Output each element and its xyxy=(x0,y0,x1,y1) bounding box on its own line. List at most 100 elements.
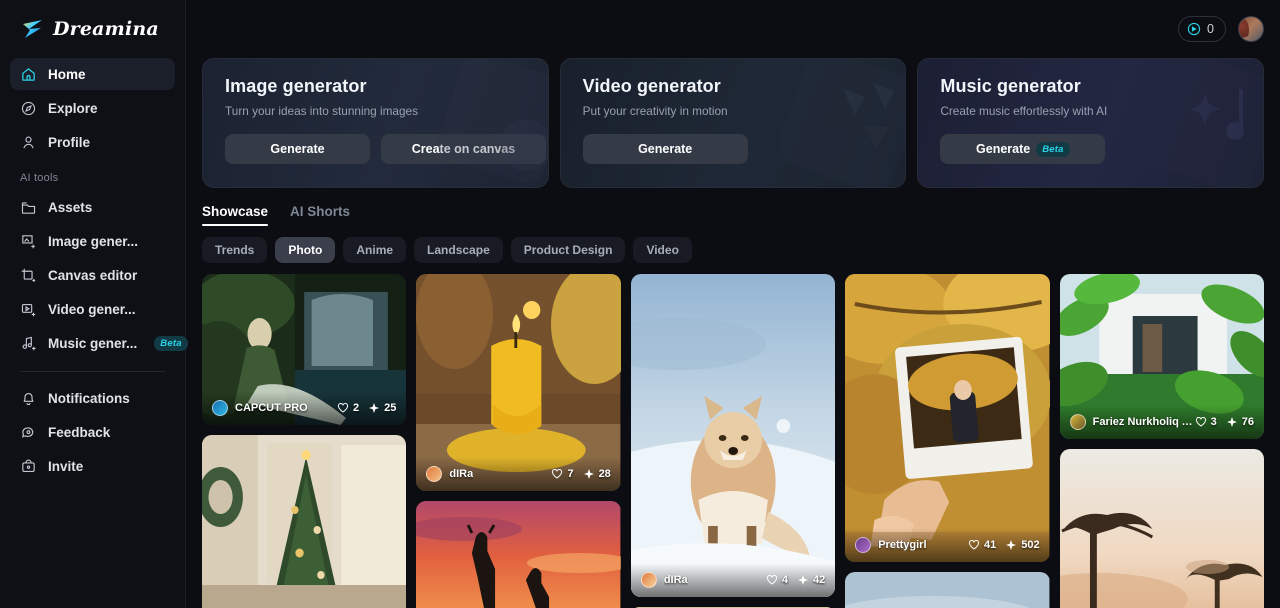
hero-subtitle: Turn your ideas into stunning images xyxy=(225,104,419,118)
tile-meta: CAPCUT PRO 2 25 xyxy=(202,391,407,425)
heart-icon xyxy=(1195,417,1206,427)
sidebar-item-label: Profile xyxy=(48,134,91,150)
avatar xyxy=(426,466,443,482)
gallery-tile[interactable] xyxy=(416,501,621,608)
gallery-tile[interactable]: Prettygirl 41 502 xyxy=(845,274,1050,562)
sidebar-item-label: Music gener... xyxy=(48,335,138,351)
hero-subtitle: Create music effortlessly with AI xyxy=(940,104,1108,118)
chip-photo[interactable]: Photo xyxy=(275,237,336,263)
tab-ai-shorts[interactable]: AI Shorts xyxy=(290,204,350,226)
gallery-tile[interactable] xyxy=(1059,449,1265,608)
main-content: 0 Image generator Turn your ideas into s… xyxy=(186,0,1280,608)
grid-column: Fariez Nurkholiq Ashs... 3 76 xyxy=(1059,274,1265,608)
chat-bubble-icon xyxy=(21,426,34,438)
showcase-grid: CAPCUT PRO 2 25 dIRa 7 28 dIRa 4 42 Pret… xyxy=(186,263,1280,608)
hero-cards: Image generator Turn your ideas into stu… xyxy=(186,58,1280,188)
person-icon xyxy=(23,136,34,148)
grid-column: dIRa 7 28 xyxy=(416,274,621,608)
like-stat[interactable]: 2 xyxy=(337,402,359,414)
tile-artwork xyxy=(202,435,407,608)
hero-button-group: Generate xyxy=(582,134,884,164)
sidebar-item-label: Video gener... xyxy=(48,301,136,317)
gallery-tile[interactable] xyxy=(845,572,1050,608)
like-stat[interactable]: 4 xyxy=(766,574,788,586)
sidebar-item-canvas-editor[interactable]: Canvas editor xyxy=(10,259,175,291)
like-count: 4 xyxy=(781,574,788,586)
heart-icon xyxy=(766,575,777,585)
sidebar-item-image-generator[interactable]: Image gener... xyxy=(10,225,175,257)
chip-trends[interactable]: Trends xyxy=(202,237,268,263)
grid-column: CAPCUT PRO 2 25 xyxy=(202,274,407,608)
chip-product-design[interactable]: Product Design xyxy=(510,237,626,263)
chip-anime[interactable]: Anime xyxy=(343,237,407,263)
tab-showcase[interactable]: Showcase xyxy=(202,204,269,226)
gallery-tile[interactable]: dIRa 7 28 xyxy=(416,274,621,491)
sidebar-item-assets[interactable]: Assets xyxy=(10,191,175,223)
star-stat[interactable]: 25 xyxy=(368,402,396,414)
tile-stats: 41 502 xyxy=(968,539,1040,551)
sparkle-icon xyxy=(1226,417,1237,427)
like-stat[interactable]: 41 xyxy=(968,539,996,551)
generate-button[interactable]: Generate xyxy=(225,134,370,164)
app-root: Dreamina Home Explore Profile AI tools A… xyxy=(0,0,1280,608)
gallery-tile[interactable]: Fariez Nurkholiq Ashs... 3 76 xyxy=(1059,274,1265,439)
credits-badge[interactable]: 0 xyxy=(1178,16,1226,42)
hero-card-music-generator[interactable]: Music generator Create music effortlessl… xyxy=(917,58,1265,188)
bell-icon xyxy=(23,392,34,405)
sidebar-item-label: Notifications xyxy=(48,390,130,406)
create-on-canvas-button[interactable]: Create on canvas xyxy=(381,134,546,164)
heart-icon xyxy=(338,403,349,413)
sidebar-item-home[interactable]: Home xyxy=(10,58,175,90)
sidebar-divider xyxy=(20,371,165,372)
star-stat[interactable]: 42 xyxy=(797,574,825,586)
sidebar-item-video-generator[interactable]: Video gener... xyxy=(10,293,175,325)
sidebar-item-explore[interactable]: Explore xyxy=(10,92,175,124)
user-avatar[interactable] xyxy=(1238,16,1264,42)
sidebar-item-label: Image gener... xyxy=(48,233,139,249)
tile-meta: dIRa 4 42 xyxy=(630,563,836,597)
chip-video[interactable]: Video xyxy=(633,237,692,263)
star-count: 25 xyxy=(384,402,397,414)
like-stat[interactable]: 7 xyxy=(551,468,574,480)
star-stat[interactable]: 502 xyxy=(1005,539,1040,551)
compass-icon xyxy=(21,101,36,115)
hero-card-video-generator[interactable]: Video generator Put your creativity in m… xyxy=(559,58,907,188)
sidebar-item-profile[interactable]: Profile xyxy=(10,126,175,158)
home-icon xyxy=(22,67,35,81)
tile-stats: 3 76 xyxy=(1195,416,1254,428)
music-generate-icon xyxy=(22,336,36,350)
content-tabs: Showcase AI Shorts xyxy=(186,188,1280,226)
topbar: 0 xyxy=(186,0,1280,58)
sidebar: Dreamina Home Explore Profile AI tools A… xyxy=(0,0,188,608)
star-count: 42 xyxy=(812,574,826,586)
sidebar-item-invite[interactable]: Invite xyxy=(10,450,175,482)
gallery-tile[interactable] xyxy=(202,435,407,608)
tile-stats: 2 25 xyxy=(337,402,396,414)
grid-column: dIRa 4 42 xyxy=(630,274,836,608)
chip-landscape[interactable]: Landscape xyxy=(414,237,503,263)
generate-button[interactable]: Generate Beta xyxy=(940,134,1106,164)
like-stat[interactable]: 3 xyxy=(1195,416,1217,428)
sidebar-item-feedback[interactable]: Feedback xyxy=(10,416,175,448)
tile-artwork xyxy=(416,501,621,608)
avatar xyxy=(640,572,657,588)
gallery-tile[interactable]: CAPCUT PRO 2 25 xyxy=(202,274,407,425)
sidebar-item-notifications[interactable]: Notifications xyxy=(10,382,175,414)
star-stat[interactable]: 76 xyxy=(1226,416,1254,428)
generate-button[interactable]: Generate xyxy=(582,134,748,164)
tile-username: Fariez Nurkholiq Ashs... xyxy=(1092,416,1195,428)
sidebar-item-music-generator[interactable]: Music gener... Beta xyxy=(10,327,188,359)
generate-button-label: Generate xyxy=(976,142,1031,156)
tile-artwork xyxy=(845,572,1050,608)
credits-value: 0 xyxy=(1207,22,1214,36)
gallery-tile[interactable]: dIRa 4 42 xyxy=(630,274,836,597)
hero-card-image-generator[interactable]: Image generator Turn your ideas into stu… xyxy=(202,58,549,188)
brand-logo[interactable]: Dreamina xyxy=(10,0,175,58)
sidebar-item-label: Assets xyxy=(48,199,93,215)
beta-badge: Beta xyxy=(1036,141,1070,157)
avatar xyxy=(855,537,872,553)
heart-icon xyxy=(969,540,980,550)
tile-artwork xyxy=(845,274,1050,562)
star-stat[interactable]: 28 xyxy=(583,468,611,480)
like-count: 7 xyxy=(567,468,574,480)
